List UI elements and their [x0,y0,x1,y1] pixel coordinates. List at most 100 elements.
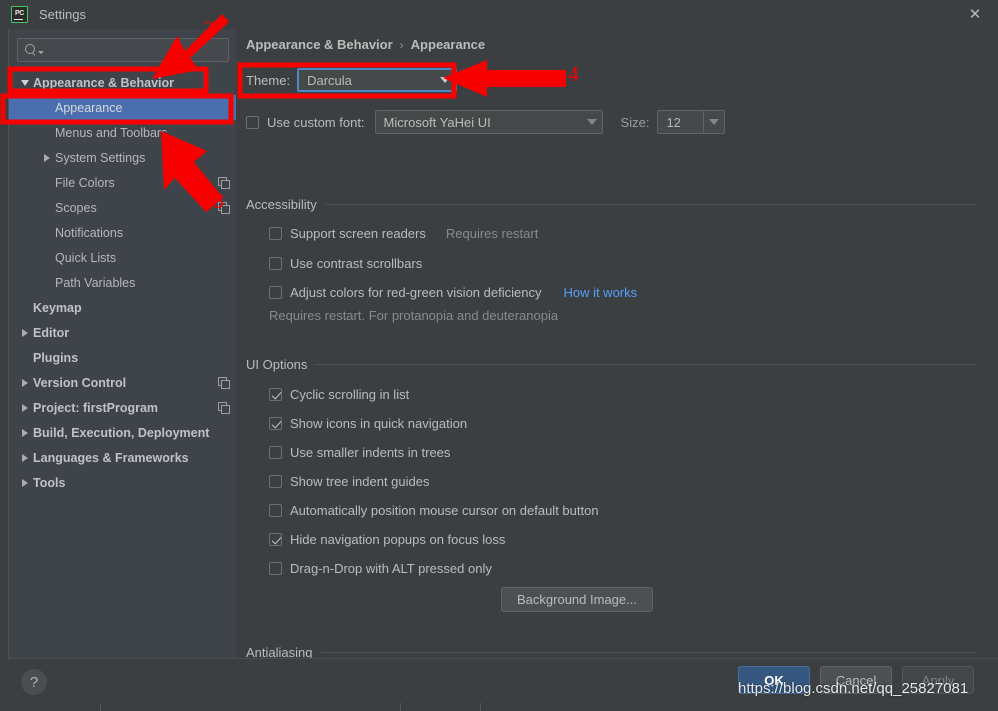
sidebar-item-project-firstprogram[interactable]: Project: firstProgram [9,395,237,420]
antialiasing-section-header: Antialiasing [246,645,976,658]
checkbox[interactable] [269,475,282,488]
checkbox[interactable] [269,417,282,430]
checkbox[interactable] [269,388,282,401]
section-divider [320,652,976,653]
sidebar-item-file-colors[interactable]: File Colors [9,170,237,195]
sidebar-item-label: Tools [33,475,66,490]
checkbox[interactable] [269,446,282,459]
accessibility-note: Requires restart. For protanopia and deu… [269,308,559,323]
sidebar-item-notifications[interactable]: Notifications [9,220,237,245]
font-size-group: Size: 12 [621,110,726,134]
sidebar-item-label: Keymap [33,300,82,315]
font-size-dropdown-arrow[interactable] [703,110,726,134]
chevron-right-icon[interactable] [17,453,33,462]
sidebar-item-label: Path Variables [55,275,136,290]
checkbox-label: Adjust colors for red-green vision defic… [290,285,542,300]
font-size-label: Size: [620,114,650,130]
search-icon [25,44,37,56]
sidebar-item-languages-frameworks[interactable]: Languages & Frameworks [9,445,237,470]
sidebar-item-plugins[interactable]: Plugins [9,345,237,370]
close-icon[interactable]: ✕ [952,0,998,29]
sidebar-item-build-execution-deployment[interactable]: Build, Execution, Deployment [9,420,237,445]
chevron-right-icon[interactable] [17,403,33,412]
sidebar-item-label: Languages & Frameworks [33,450,189,465]
theme-selected-value: Darcula [307,72,352,88]
sidebar-item-label: Build, Execution, Deployment [33,425,210,440]
font-size-input[interactable]: 12 [657,110,704,134]
ui-option-row[interactable]: Hide navigation popups on focus loss [269,532,505,547]
checkbox-label: Hide navigation popups on focus loss [290,532,506,547]
checkbox[interactable] [269,562,282,575]
chevron-right-icon[interactable] [39,153,55,162]
sidebar-item-label: Version Control [33,375,127,390]
ui-option-row[interactable]: Use smaller indents in trees [269,445,450,460]
checkbox[interactable] [269,286,282,299]
theme-select[interactable]: Darcula [297,68,458,92]
sidebar-item-scopes[interactable]: Scopes [9,195,237,220]
how-it-works-link[interactable]: How it works [563,285,637,300]
chevron-down-icon[interactable] [38,50,44,54]
sidebar-item-label: Notifications [55,225,124,240]
accessibility-section-header: Accessibility [246,197,976,212]
use-custom-font-label: Use custom font: [267,114,365,130]
chevron-right-icon[interactable] [17,428,33,437]
ui-options-section-header: UI Options [246,357,976,372]
search-input-wrapper[interactable] [17,38,229,62]
theme-row: Theme: Darcula [246,68,458,92]
custom-font-select[interactable]: Microsoft YaHei UI [374,110,603,134]
ui-option-row[interactable]: Cyclic scrolling in list [269,387,409,402]
checkbox[interactable] [269,533,282,546]
sidebar-item-tools[interactable]: Tools [9,470,237,495]
copy-settings-icon[interactable] [218,177,230,189]
checkbox[interactable] [269,257,282,270]
checkbox[interactable] [269,227,282,240]
sidebar-item-version-control[interactable]: Version Control [9,370,237,395]
chevron-down-icon[interactable] [17,79,33,86]
sidebar-item-appearance-behavior[interactable]: Appearance & Behavior [9,70,237,95]
sidebar-item-label: Appearance [55,100,123,115]
accessibility-option-row[interactable]: Adjust colors for red-green vision defic… [269,285,637,300]
sidebar-item-appearance[interactable]: Appearance [9,95,237,120]
sidebar-item-label: Project: firstProgram [33,400,159,415]
accessibility-option-row[interactable]: Use contrast scrollbars [269,256,422,271]
ui-option-row[interactable]: Drag-n-Drop with ALT pressed only [269,561,492,576]
custom-font-value: Microsoft YaHei UI [383,114,491,130]
ui-option-row[interactable]: Automatically position mouse cursor on d… [269,503,599,518]
checkbox[interactable] [269,504,282,517]
breadcrumb-parent[interactable]: Appearance & Behavior [246,37,393,52]
copy-settings-icon[interactable] [218,377,230,389]
sidebar-item-quick-lists[interactable]: Quick Lists [9,245,237,270]
chevron-right-icon[interactable] [17,478,33,487]
sidebar-item-editor[interactable]: Editor [9,320,237,345]
sidebar-item-system-settings[interactable]: System Settings [9,145,237,170]
checkbox-label: Support screen readers [290,226,426,241]
accessibility-option-row[interactable]: Support screen readers Requires restart [269,226,538,241]
help-icon[interactable]: ? [21,669,47,695]
sidebar-item-label: Plugins [33,350,79,365]
section-divider [324,204,976,205]
ui-option-row[interactable]: Show icons in quick navigation [269,416,467,431]
sidebar-item-label: Quick Lists [55,250,117,265]
theme-dropdown-arrow[interactable] [435,70,455,90]
sidebar-item-path-variables[interactable]: Path Variables [9,270,237,295]
accessibility-title: Accessibility [246,197,317,212]
watermark-text: https://blog.csdn.net/qq_25827081 [738,680,969,697]
use-custom-font-checkbox[interactable] [246,115,259,129]
copy-settings-icon[interactable] [218,202,230,214]
copy-settings-icon[interactable] [218,402,230,414]
checkbox-label: Use smaller indents in trees [290,445,451,460]
sidebar-item-label: System Settings [55,150,146,165]
chevron-right-icon[interactable] [17,328,33,337]
checkbox-label: Use contrast scrollbars [290,256,423,271]
sidebar-item-menus-and-toolbars[interactable]: Menus and Toolbars [9,120,237,145]
ui-option-row[interactable]: Show tree indent guides [269,474,429,489]
settings-dialog: PC Settings ✕ Appearance & Behavior Appea… [0,0,998,711]
search-input[interactable] [17,38,229,62]
section-divider [315,364,976,365]
sidebar-item-keymap[interactable]: Keymap [9,295,237,320]
pycharm-logo-text: PC [14,10,25,17]
background-image-button[interactable]: Background Image... [501,587,653,612]
custom-font-dropdown-arrow[interactable] [582,111,602,133]
title-bar: PC Settings ✕ [0,0,998,29]
chevron-right-icon[interactable] [17,378,33,387]
